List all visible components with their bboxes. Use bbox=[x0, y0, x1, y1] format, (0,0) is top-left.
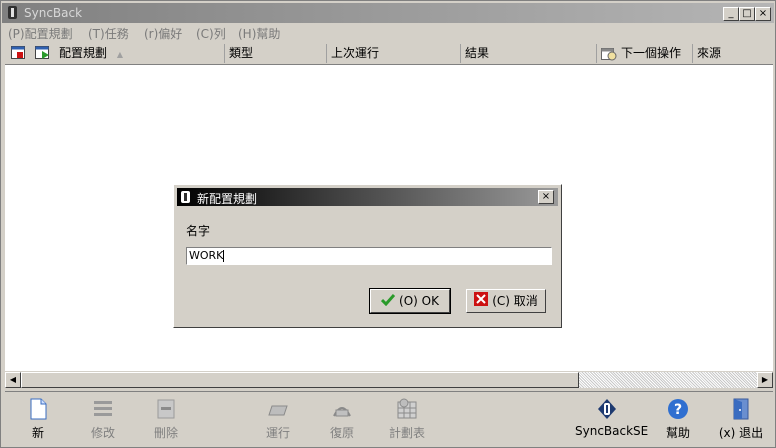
profile-name-input[interactable]: WORK bbox=[186, 247, 552, 265]
column-source-label: 來源 bbox=[697, 46, 722, 60]
ok-button[interactable]: (O) OK bbox=[369, 288, 451, 314]
scroll-right-icon[interactable]: ▶ bbox=[757, 372, 773, 388]
title-bar: SyncBack _ □ × bbox=[2, 3, 774, 23]
schedule-label: 計劃表 bbox=[388, 426, 425, 440]
column-last-run-label: 上次運行 bbox=[331, 46, 380, 60]
menu-help[interactable]: (H)幫助 bbox=[238, 25, 280, 42]
scrollbar-track[interactable] bbox=[579, 372, 757, 388]
syncbackse-icon bbox=[596, 398, 618, 420]
text-caret bbox=[223, 250, 225, 262]
modify-button[interactable]: 修改 bbox=[88, 398, 118, 441]
dialog-close-button[interactable]: × bbox=[538, 190, 554, 204]
bottom-toolbar: 新 修改 刪除 運行 復原 計劃表 SyncBackSE ? 幫助 (x) 退出 bbox=[5, 391, 773, 446]
column-last-run[interactable]: 上次運行 bbox=[327, 44, 461, 63]
syncbackse-button[interactable]: SyncBackSE bbox=[575, 398, 649, 438]
main-window: SyncBack _ □ × (P)配置規劃 (T)任務 (r)偏好 (C)列 … bbox=[0, 0, 776, 448]
window-title: SyncBack bbox=[24, 6, 83, 20]
syncbackse-label: SyncBackSE bbox=[575, 424, 649, 438]
help-question-icon: ? bbox=[667, 398, 689, 420]
scrollbar-thumb[interactable] bbox=[21, 372, 579, 388]
dialog-title: 新配置規劃 bbox=[197, 192, 258, 206]
run-label: 運行 bbox=[265, 426, 290, 440]
checkmark-icon bbox=[380, 291, 396, 313]
exit-button[interactable]: (x) 退出 bbox=[717, 398, 765, 441]
horizontal-scrollbar[interactable]: ◀ ▶ bbox=[5, 372, 773, 388]
column-result-label: 結果 bbox=[465, 46, 490, 60]
profile-name-value: WORK bbox=[189, 249, 224, 262]
syncback-app-icon bbox=[8, 6, 17, 19]
menu-task[interactable]: (T)任務 bbox=[88, 25, 129, 42]
modify-list-icon bbox=[92, 398, 114, 420]
delete-button[interactable]: 刪除 bbox=[151, 398, 181, 441]
new-document-icon bbox=[27, 398, 49, 420]
list-header: 配置規劃 ▲ 類型 上次運行 結果 下一個操作 來源 bbox=[5, 44, 773, 65]
restore-icon bbox=[331, 398, 353, 420]
minimize-button[interactable]: _ bbox=[723, 7, 739, 21]
close-button[interactable]: × bbox=[755, 7, 771, 21]
new-profile-dialog: 新配置規劃 × 名字 WORK (O) OK (C) 取消 bbox=[173, 184, 562, 328]
new-button[interactable]: 新 bbox=[26, 398, 50, 441]
restore-button[interactable]: 復原 bbox=[327, 398, 357, 441]
modify-label: 修改 bbox=[90, 426, 115, 440]
menu-columns[interactable]: (C)列 bbox=[196, 25, 226, 42]
syncback-dialog-icon bbox=[181, 191, 190, 203]
column-next-action-label: 下一個操作 bbox=[621, 46, 682, 60]
column-source[interactable]: 來源 bbox=[693, 44, 773, 63]
schedule-button[interactable]: 計劃表 bbox=[387, 398, 427, 441]
exit-door-icon bbox=[730, 398, 752, 420]
column-profile[interactable]: 配置規劃 ▲ bbox=[55, 44, 225, 63]
dialog-title-bar: 新配置規劃 × bbox=[177, 188, 558, 206]
delete-label: 刪除 bbox=[153, 426, 178, 440]
maximize-button[interactable]: □ bbox=[739, 7, 755, 21]
ok-label: (O) OK bbox=[399, 294, 439, 308]
column-result[interactable]: 結果 bbox=[461, 44, 597, 63]
help-button[interactable]: ? 幫助 bbox=[663, 398, 693, 441]
cancel-button[interactable]: (C) 取消 bbox=[466, 289, 546, 313]
column-next-action[interactable]: 下一個操作 bbox=[597, 44, 693, 63]
column-type[interactable]: 類型 bbox=[225, 44, 327, 63]
profile-stop-icon[interactable] bbox=[11, 46, 25, 59]
menu-profile[interactable]: (P)配置規劃 bbox=[8, 25, 73, 42]
delete-minus-icon bbox=[155, 398, 177, 420]
svg-text:?: ? bbox=[674, 402, 682, 418]
run-button[interactable]: 運行 bbox=[263, 398, 293, 441]
sort-ascending-icon: ▲ bbox=[116, 50, 123, 59]
calendar-clock-icon bbox=[601, 47, 617, 61]
cancel-label: (C) 取消 bbox=[492, 294, 538, 308]
schedule-icon bbox=[396, 398, 418, 420]
new-label: 新 bbox=[31, 426, 44, 440]
column-type-label: 類型 bbox=[229, 46, 254, 60]
column-profile-label: 配置規劃 bbox=[59, 46, 108, 60]
cancel-x-icon bbox=[474, 291, 489, 313]
run-icon bbox=[267, 398, 289, 420]
menu-bar: (P)配置規劃 (T)任務 (r)偏好 (C)列 (H)幫助 bbox=[3, 24, 775, 42]
exit-label: (x) 退出 bbox=[718, 426, 764, 440]
name-label: 名字 bbox=[186, 224, 211, 238]
profile-run-icon[interactable] bbox=[35, 46, 51, 60]
menu-preferences[interactable]: (r)偏好 bbox=[144, 25, 182, 42]
restore-label: 復原 bbox=[329, 426, 354, 440]
scroll-left-icon[interactable]: ◀ bbox=[5, 372, 21, 388]
help-label: 幫助 bbox=[665, 426, 690, 440]
